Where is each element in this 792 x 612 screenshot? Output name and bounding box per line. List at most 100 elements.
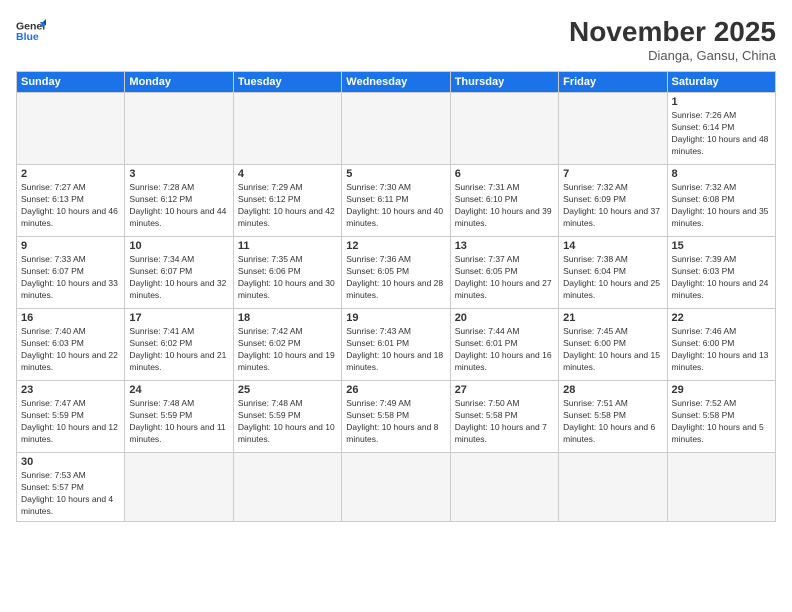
day-number: 27 [455,384,554,396]
day-info: Sunrise: 7:47 AM Sunset: 5:59 PM Dayligh… [21,398,120,446]
day-info: Sunrise: 7:46 AM Sunset: 6:00 PM Dayligh… [672,326,771,374]
day-number: 24 [129,384,228,396]
header-thursday: Thursday [450,72,558,93]
day-info: Sunrise: 7:28 AM Sunset: 6:12 PM Dayligh… [129,182,228,230]
table-row: 29 Sunrise: 7:52 AM Sunset: 5:58 PM Dayli… [667,381,775,453]
table-row: 19 Sunrise: 7:43 AM Sunset: 6:01 PM Dayli… [342,309,450,381]
table-row [450,453,558,522]
table-row [125,453,233,522]
day-info: Sunrise: 7:30 AM Sunset: 6:11 PM Dayligh… [346,182,445,230]
table-row [233,93,341,165]
logo: General Blue [16,16,46,46]
header-sunday: Sunday [17,72,125,93]
day-number: 29 [672,384,771,396]
day-info: Sunrise: 7:35 AM Sunset: 6:06 PM Dayligh… [238,254,337,302]
day-number: 14 [563,240,662,252]
page: General Blue November 2025 Dianga, Gansu… [0,0,792,612]
subtitle: Dianga, Gansu, China [569,48,776,63]
day-number: 5 [346,168,445,180]
day-number: 4 [238,168,337,180]
day-number: 20 [455,312,554,324]
day-info: Sunrise: 7:38 AM Sunset: 6:04 PM Dayligh… [563,254,662,302]
day-info: Sunrise: 7:44 AM Sunset: 6:01 PM Dayligh… [455,326,554,374]
table-row: 1Sunrise: 7:26 AM Sunset: 6:14 PM Daylig… [667,93,775,165]
month-title: November 2025 [569,16,776,48]
day-number: 9 [21,240,120,252]
day-number: 21 [563,312,662,324]
day-number: 22 [672,312,771,324]
title-block: November 2025 Dianga, Gansu, China [569,16,776,63]
day-info: Sunrise: 7:29 AM Sunset: 6:12 PM Dayligh… [238,182,337,230]
day-number: 11 [238,240,337,252]
table-row: 4 Sunrise: 7:29 AM Sunset: 6:12 PM Daylig… [233,165,341,237]
table-row [559,453,667,522]
table-row: 18Sunrise: 7:42 AM Sunset: 6:02 PM Dayli… [233,309,341,381]
day-number: 26 [346,384,445,396]
table-row: 17 Sunrise: 7:41 AM Sunset: 6:02 PM Dayli… [125,309,233,381]
day-number: 2 [21,168,120,180]
day-info: Sunrise: 7:53 AM Sunset: 5:57 PM Dayligh… [21,470,120,518]
day-info: Sunrise: 7:43 AM Sunset: 6:01 PM Dayligh… [346,326,445,374]
header-tuesday: Tuesday [233,72,341,93]
day-info: Sunrise: 7:33 AM Sunset: 6:07 PM Dayligh… [21,254,120,302]
table-row: 16 Sunrise: 7:40 AM Sunset: 6:03 PM Dayli… [17,309,125,381]
header-wednesday: Wednesday [342,72,450,93]
table-row: 21 Sunrise: 7:45 AM Sunset: 6:00 PM Dayli… [559,309,667,381]
table-row [17,93,125,165]
table-row: 10 Sunrise: 7:34 AM Sunset: 6:07 PM Dayli… [125,237,233,309]
calendar: Sunday Monday Tuesday Wednesday Thursday… [16,71,776,522]
table-row [233,453,341,522]
day-number: 30 [21,456,120,468]
day-number: 7 [563,168,662,180]
table-row: 25 Sunrise: 7:48 AM Sunset: 5:59 PM Dayli… [233,381,341,453]
day-info: Sunrise: 7:48 AM Sunset: 5:59 PM Dayligh… [129,398,228,446]
table-row: 24 Sunrise: 7:48 AM Sunset: 5:59 PM Dayli… [125,381,233,453]
day-number: 16 [21,312,120,324]
header-monday: Monday [125,72,233,93]
table-row [125,93,233,165]
table-row [559,93,667,165]
day-info: Sunrise: 7:48 AM Sunset: 5:59 PM Dayligh… [238,398,337,446]
table-row [450,93,558,165]
table-row: 30 Sunrise: 7:53 AM Sunset: 5:57 PM Dayli… [17,453,125,522]
day-info: Sunrise: 7:31 AM Sunset: 6:10 PM Dayligh… [455,182,554,230]
weekday-header-row: Sunday Monday Tuesday Wednesday Thursday… [17,72,776,93]
day-number: 17 [129,312,228,324]
day-info: Sunrise: 7:52 AM Sunset: 5:58 PM Dayligh… [672,398,771,446]
day-info: Sunrise: 7:41 AM Sunset: 6:02 PM Dayligh… [129,326,228,374]
table-row: 28 Sunrise: 7:51 AM Sunset: 5:58 PM Dayli… [559,381,667,453]
day-info: Sunrise: 7:34 AM Sunset: 6:07 PM Dayligh… [129,254,228,302]
day-number: 28 [563,384,662,396]
header-friday: Friday [559,72,667,93]
day-number: 8 [672,168,771,180]
table-row: 27Sunrise: 7:50 AM Sunset: 5:58 PM Dayli… [450,381,558,453]
day-info: Sunrise: 7:42 AM Sunset: 6:02 PM Dayligh… [238,326,337,374]
table-row [667,453,775,522]
table-row: 20 Sunrise: 7:44 AM Sunset: 6:01 PM Dayli… [450,309,558,381]
table-row: 9 Sunrise: 7:33 AM Sunset: 6:07 PM Daylig… [17,237,125,309]
day-info: Sunrise: 7:40 AM Sunset: 6:03 PM Dayligh… [21,326,120,374]
table-row: 5 Sunrise: 7:30 AM Sunset: 6:11 PM Daylig… [342,165,450,237]
table-row: 3 Sunrise: 7:28 AM Sunset: 6:12 PM Daylig… [125,165,233,237]
day-info: Sunrise: 7:51 AM Sunset: 5:58 PM Dayligh… [563,398,662,446]
day-number: 19 [346,312,445,324]
day-number: 3 [129,168,228,180]
day-info: Sunrise: 7:45 AM Sunset: 6:00 PM Dayligh… [563,326,662,374]
day-info: Sunrise: 7:26 AM Sunset: 6:14 PM Dayligh… [672,110,771,158]
table-row: 2 Sunrise: 7:27 AM Sunset: 6:13 PM Daylig… [17,165,125,237]
day-number: 13 [455,240,554,252]
table-row: 13 Sunrise: 7:37 AM Sunset: 6:05 PM Dayli… [450,237,558,309]
table-row: 7Sunrise: 7:32 AM Sunset: 6:09 PM Daylig… [559,165,667,237]
day-number: 23 [21,384,120,396]
day-info: Sunrise: 7:32 AM Sunset: 6:08 PM Dayligh… [672,182,771,230]
day-number: 15 [672,240,771,252]
table-row: 6 Sunrise: 7:31 AM Sunset: 6:10 PM Daylig… [450,165,558,237]
day-info: Sunrise: 7:27 AM Sunset: 6:13 PM Dayligh… [21,182,120,230]
day-info: Sunrise: 7:39 AM Sunset: 6:03 PM Dayligh… [672,254,771,302]
day-number: 6 [455,168,554,180]
header-saturday: Saturday [667,72,775,93]
day-info: Sunrise: 7:37 AM Sunset: 6:05 PM Dayligh… [455,254,554,302]
day-number: 12 [346,240,445,252]
day-number: 10 [129,240,228,252]
day-number: 25 [238,384,337,396]
